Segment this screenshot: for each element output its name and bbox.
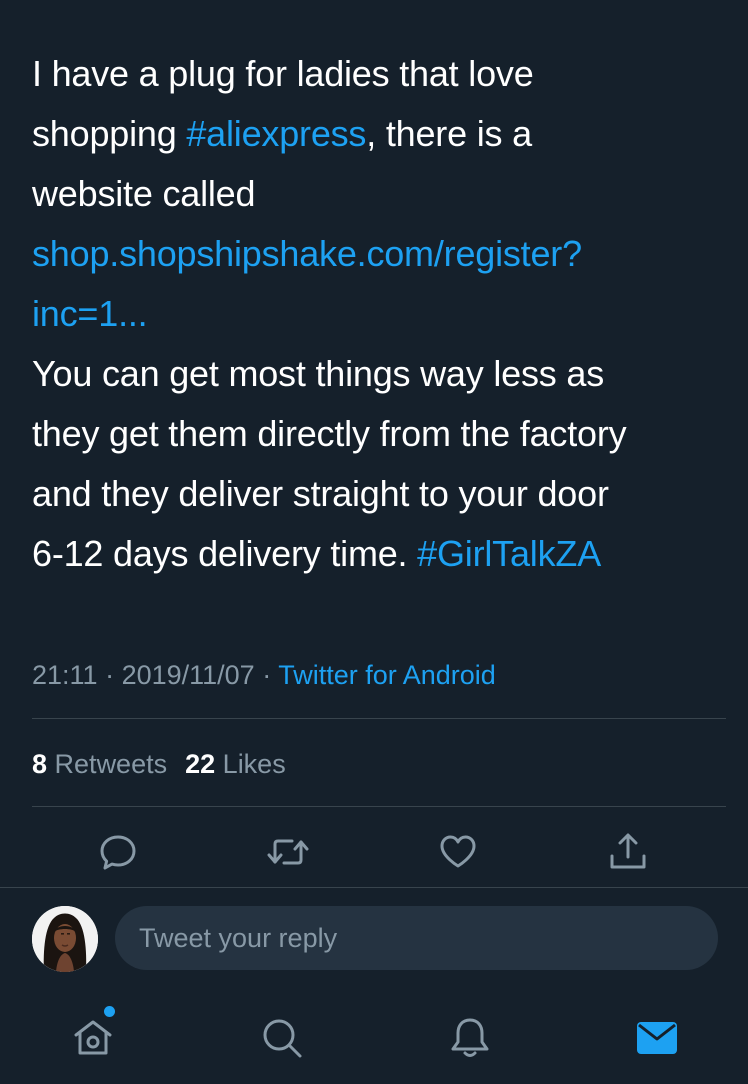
tab-messages[interactable]: [633, 1014, 681, 1062]
tab-home[interactable]: [69, 1014, 117, 1062]
tweet-text-segment: website called: [32, 173, 256, 214]
tweet-text-segment: 6-12 days delivery time.: [32, 533, 418, 574]
likes-stat[interactable]: 22 Likes: [185, 749, 286, 779]
tweet-line: inc=1...: [32, 284, 722, 344]
tab-search[interactable]: [258, 1014, 306, 1062]
notifications-icon: [451, 1018, 489, 1057]
profile-photo: [32, 906, 98, 972]
tweet-line: You can get most things way less as: [32, 344, 722, 404]
tweet-text: I have a plug for ladies that love shoppi…: [32, 44, 722, 584]
bottom-tab-bar: [0, 988, 748, 1084]
hashtag-link[interactable]: #GirlTalkZA: [417, 533, 601, 574]
tweet-date: 2019/11/07: [121, 660, 255, 690]
tweet-time: 21:11: [32, 660, 98, 690]
notification-dot: [104, 1006, 115, 1017]
meta-separator: ·: [97, 660, 122, 690]
share-icon: [610, 833, 646, 869]
meta-separator: ·: [254, 660, 279, 690]
like-icon: [440, 835, 476, 868]
tweet-text-segment: and they deliver straight to your door: [32, 473, 609, 514]
url-link[interactable]: inc=1...: [32, 293, 148, 334]
tweet-source-link[interactable]: Twitter for Android: [278, 660, 496, 690]
like-button[interactable]: [436, 830, 480, 874]
divider: [32, 718, 726, 719]
tab-notifications[interactable]: [446, 1014, 494, 1062]
tweet-line: I have a plug for ladies that love: [32, 44, 722, 104]
tweet-text-segment: I have a plug for ladies that love: [32, 53, 534, 94]
likes-label: Likes: [222, 749, 286, 779]
tweet-line: website called: [32, 164, 722, 224]
tweet-text-segment: they get them directly from the factory: [32, 413, 627, 454]
hashtag-link[interactable]: #aliexpress: [186, 113, 366, 154]
tweet-text-segment: , there is a: [366, 113, 532, 154]
tweet-line: shop.shopshipshake.com/register?: [32, 224, 722, 284]
retweets-count: 8: [32, 749, 48, 779]
tweet-line: they get them directly from the factory: [32, 404, 722, 464]
tweet-meta: 21:11 · 2019/11/07 · Twitter for Android: [32, 655, 496, 695]
retweet-icon: [267, 839, 309, 865]
messages-icon: [637, 1022, 677, 1054]
retweets-stat[interactable]: 8 Retweets: [32, 749, 167, 779]
reply-composer: [0, 888, 748, 988]
retweet-button[interactable]: [266, 830, 310, 874]
url-link[interactable]: shop.shopshipshake.com/register?: [32, 233, 582, 274]
tweet-text-segment: You can get most things way less as: [32, 353, 604, 394]
reply-icon: [100, 835, 136, 870]
share-button[interactable]: [606, 830, 650, 874]
reply-input[interactable]: [115, 906, 718, 970]
divider: [32, 806, 726, 807]
tweet-text-segment: shopping: [32, 113, 187, 154]
tweet-line: shopping #aliexpress, there is a: [32, 104, 722, 164]
tweet-stats: 8 Retweets 22 Likes: [32, 744, 286, 784]
home-icon: [74, 1020, 112, 1055]
retweets-label: Retweets: [54, 749, 168, 779]
tweet-line: 6-12 days delivery time. #GirlTalkZA: [32, 524, 722, 584]
likes-count: 22: [185, 749, 216, 779]
reply-button[interactable]: [96, 830, 140, 874]
search-icon: [263, 1019, 302, 1058]
avatar[interactable]: [32, 906, 98, 972]
tweet-line: and they deliver straight to your door: [32, 464, 722, 524]
